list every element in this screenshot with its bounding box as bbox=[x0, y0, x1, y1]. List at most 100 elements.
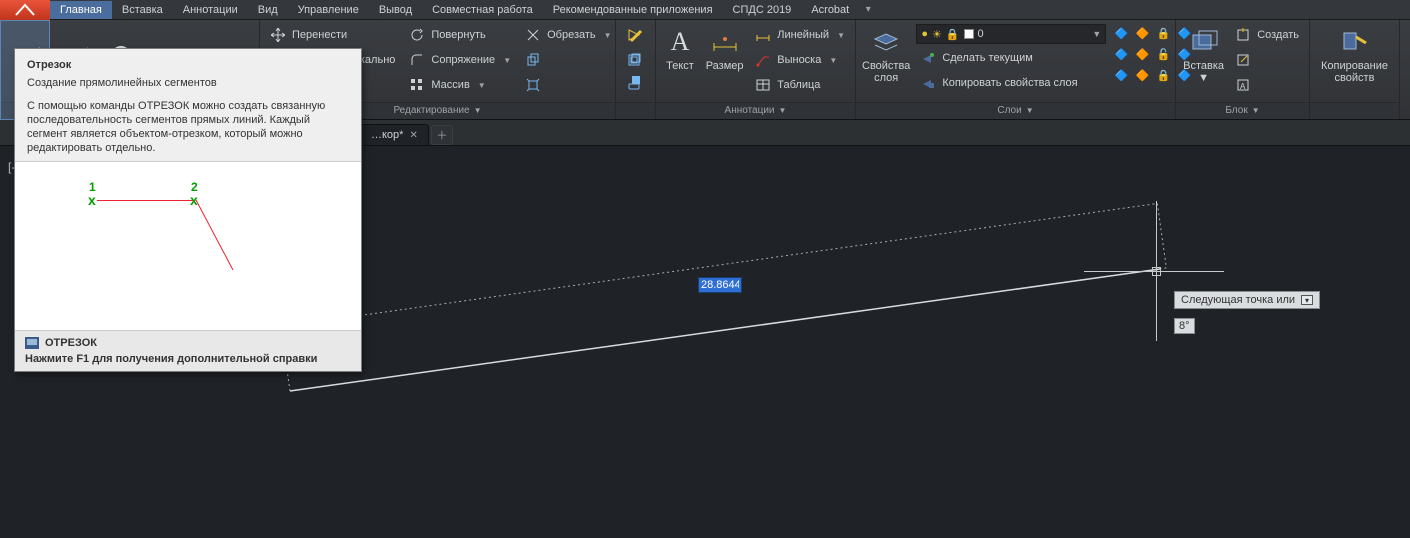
sun-icon: ☀ bbox=[932, 28, 942, 41]
insert-big-button[interactable]: Вставка ▼ bbox=[1182, 24, 1225, 102]
panel-copyprops-title bbox=[1310, 102, 1399, 119]
make-current-label: Сделать текущим bbox=[942, 52, 1032, 64]
brush3-icon[interactable] bbox=[628, 72, 644, 88]
tooltip-desc: С помощью команды ОТРЕЗОК можно создать … bbox=[27, 99, 349, 155]
lg9[interactable]: 🔷 bbox=[1112, 66, 1130, 84]
brush2-icon[interactable] bbox=[628, 50, 644, 66]
panel-copyprops: Копирование свойств bbox=[1310, 20, 1400, 119]
text-label: Текст bbox=[666, 60, 694, 72]
explode-button[interactable] bbox=[521, 74, 615, 96]
tooltip-title: Отрезок bbox=[27, 59, 349, 71]
create-block-icon bbox=[1235, 27, 1251, 43]
file-tab-name: …кор* bbox=[371, 129, 403, 141]
copy-button[interactable] bbox=[521, 49, 615, 71]
move-icon bbox=[270, 27, 286, 43]
prompt-options-icon[interactable]: ▾ bbox=[1301, 295, 1313, 305]
copyprops-big-button[interactable]: Копирование свойств bbox=[1316, 24, 1393, 102]
leader-button[interactable]: Выноска▼ bbox=[751, 49, 849, 71]
dynamic-prompt-text: Следующая точка или bbox=[1181, 294, 1295, 306]
fillet-icon bbox=[409, 52, 425, 68]
copy-layer-props-label: Копировать свойства слоя bbox=[942, 77, 1077, 89]
lg6[interactable]: 🔶 bbox=[1133, 45, 1151, 63]
copy-layer-props-button[interactable]: Копировать свойства слоя bbox=[916, 72, 1106, 94]
create-block-button[interactable]: Создать bbox=[1231, 24, 1303, 46]
dynamic-length-input[interactable] bbox=[698, 277, 742, 293]
tab-spds[interactable]: СПДС 2019 bbox=[723, 1, 802, 19]
trim-icon bbox=[525, 27, 541, 43]
lg1[interactable]: 🔷 bbox=[1112, 24, 1130, 42]
layer-combo[interactable]: ● ☀ 🔒 0 ▼ bbox=[916, 24, 1106, 44]
tooltip-hint: Нажмите F1 для получения дополнительной … bbox=[25, 353, 351, 365]
trim-button[interactable]: Обрезать▼ bbox=[521, 24, 615, 46]
tab-output[interactable]: Вывод bbox=[369, 1, 422, 19]
table-label: Таблица bbox=[777, 79, 820, 91]
command-icon bbox=[25, 337, 39, 349]
file-tab-close-icon[interactable]: ✕ bbox=[409, 130, 417, 141]
make-current-button[interactable]: Сделать текущим bbox=[916, 47, 1106, 69]
leader-icon bbox=[755, 52, 771, 68]
edit-block-button[interactable] bbox=[1231, 49, 1303, 71]
copy-icon bbox=[525, 52, 541, 68]
panel-brush bbox=[616, 20, 656, 119]
lock-icon: 🔒 bbox=[946, 28, 960, 41]
app-logo[interactable] bbox=[0, 0, 50, 20]
array-label: Массив bbox=[431, 79, 469, 91]
layerprops-big-button[interactable]: Свойства слоя bbox=[862, 24, 910, 102]
tooltip-command: ОТРЕЗОК bbox=[25, 337, 351, 349]
attr-block-button[interactable]: A bbox=[1231, 74, 1303, 96]
command-tooltip: Отрезок Создание прямолинейных сегментов… bbox=[14, 48, 362, 372]
array-button[interactable]: Массив▼ bbox=[405, 74, 515, 96]
bulb-icon: ● bbox=[921, 28, 928, 40]
copyprops-label: Копирование свойств bbox=[1321, 60, 1388, 84]
combo-arrow-icon: ▼ bbox=[1092, 29, 1101, 39]
linear-button[interactable]: Линейный▼ bbox=[751, 24, 849, 46]
tab-recapps[interactable]: Рекомендованные приложения bbox=[543, 1, 723, 19]
tab-view[interactable]: Вид bbox=[248, 1, 288, 19]
panel-annot-title[interactable]: Аннотации▼ bbox=[656, 102, 855, 119]
copy-layer-props-icon bbox=[920, 75, 936, 91]
tab-acrobat[interactable]: Acrobat bbox=[801, 1, 859, 19]
file-tab-active[interactable]: …кор* ✕ bbox=[360, 124, 429, 145]
attr-block-icon: A bbox=[1235, 77, 1251, 93]
array-icon bbox=[409, 77, 425, 93]
copyprops-icon bbox=[1339, 26, 1371, 58]
menu-tabs: Главная Вставка Аннотации Вид Управление… bbox=[0, 0, 1410, 20]
layerprops-label: Свойства слоя bbox=[862, 60, 910, 84]
linear-icon bbox=[755, 27, 771, 43]
dynamic-prompt: Следующая точка или ▾ bbox=[1174, 291, 1320, 309]
panel-block: Вставка ▼ Создать A Блок▼ bbox=[1176, 20, 1310, 119]
rotate-button[interactable]: Повернуть bbox=[405, 24, 515, 46]
brush1-icon[interactable] bbox=[628, 28, 644, 44]
tab-collab[interactable]: Совместная работа bbox=[422, 1, 543, 19]
rotate-label: Повернуть bbox=[431, 29, 485, 41]
lg2[interactable]: 🔶 bbox=[1133, 24, 1151, 42]
dim-big-button[interactable]: Размер bbox=[704, 24, 745, 102]
panel-block-title[interactable]: Блок▼ bbox=[1176, 102, 1309, 119]
move-button[interactable]: Перенести bbox=[266, 24, 399, 46]
lg10[interactable]: 🔶 bbox=[1133, 66, 1151, 84]
fillet-button[interactable]: Сопряжение▼ bbox=[405, 49, 515, 71]
rotate-icon bbox=[409, 27, 425, 43]
panel-annot: A Текст Размер Линейный▼ Выноска▼ Табли bbox=[656, 20, 856, 119]
dynamic-angle: 8° bbox=[1174, 318, 1195, 334]
leader-label: Выноска bbox=[777, 54, 821, 66]
file-tab-add[interactable]: ＋ bbox=[431, 125, 453, 145]
tab-main[interactable]: Главная bbox=[50, 1, 112, 19]
tab-annot[interactable]: Аннотации bbox=[173, 1, 248, 19]
tooltip-illustration: 1 2 x x bbox=[15, 161, 361, 331]
tabs-overflow-icon[interactable]: ▾ bbox=[859, 4, 877, 15]
make-current-icon bbox=[920, 50, 936, 66]
table-button[interactable]: Таблица bbox=[751, 74, 849, 96]
lg7[interactable]: 🔓 bbox=[1154, 45, 1172, 63]
trim-label: Обрезать bbox=[547, 29, 596, 41]
panel-layers-title[interactable]: Слои▼ bbox=[856, 102, 1175, 119]
layer-color-swatch bbox=[964, 29, 974, 39]
lg5[interactable]: 🔷 bbox=[1112, 45, 1130, 63]
lg11[interactable]: 🔒 bbox=[1154, 66, 1172, 84]
insert-label: Вставка ▼ bbox=[1182, 60, 1225, 84]
tab-insert[interactable]: Вставка bbox=[112, 1, 173, 19]
text-big-button[interactable]: A Текст bbox=[662, 24, 698, 102]
lg3[interactable]: 🔒 bbox=[1154, 24, 1172, 42]
tab-manage[interactable]: Управление bbox=[288, 1, 369, 19]
edit-block-icon bbox=[1235, 52, 1251, 68]
